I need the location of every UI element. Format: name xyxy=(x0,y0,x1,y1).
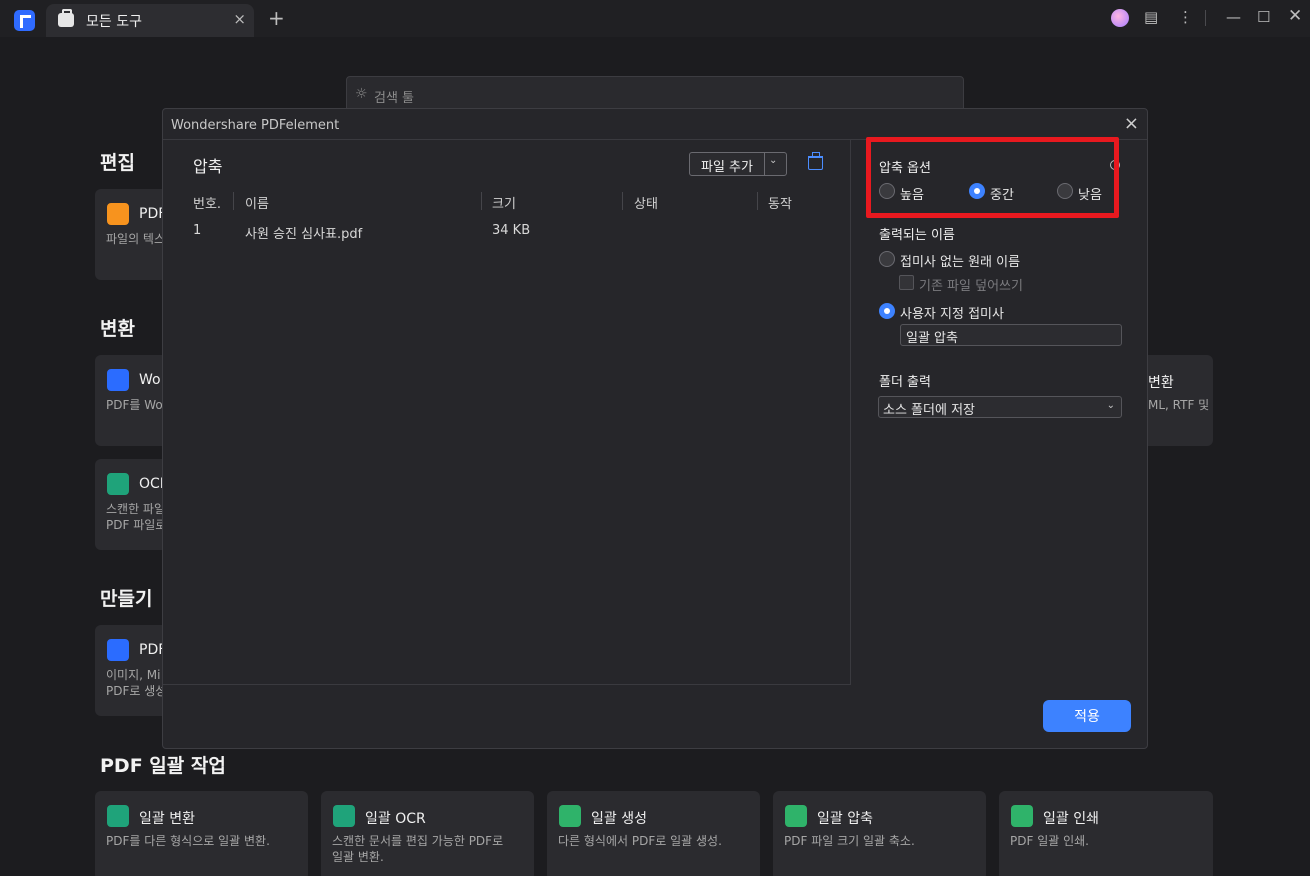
batch-convert-icon xyxy=(107,805,129,827)
column-header-size: 크기 xyxy=(492,197,516,212)
overwrite-label: 기존 파일 덮어쓰기 xyxy=(919,279,1023,294)
card-title: 일괄 생성 xyxy=(591,811,647,827)
dialog-title: Wondershare PDFelement xyxy=(171,118,340,133)
card-desc: 스캔한 파일 PDF 파일로 xyxy=(106,502,167,532)
avatar[interactable] xyxy=(1111,9,1129,27)
card-desc: ML, RTF 및 xyxy=(1148,398,1210,412)
overwrite-checkbox[interactable] xyxy=(899,275,914,290)
folder-output-select[interactable]: 소스 폴더에 저장 ⌄ xyxy=(878,396,1122,418)
create-pdf-icon xyxy=(107,639,129,661)
card-convert-other[interactable]: 변환 ML, RTF 및 xyxy=(1140,355,1213,446)
card-batch-print[interactable]: 일괄 인쇄 PDF 일괄 인쇄. xyxy=(999,791,1213,876)
tab-label: 모든 도구 xyxy=(86,14,142,30)
column-divider xyxy=(757,192,758,210)
suffix-input-value: 일괄 압축 xyxy=(906,331,958,346)
card-batch-convert[interactable]: 일괄 변환 PDF를 다른 형식으로 일괄 변환. xyxy=(95,791,308,876)
tab-all-tools[interactable]: 모든 도구 × xyxy=(46,4,254,37)
divider xyxy=(1205,10,1206,26)
minimize-icon[interactable]: — xyxy=(1226,8,1241,26)
column-header-status: 상태 xyxy=(634,197,658,212)
card-title: 변환 xyxy=(1148,375,1174,391)
batch-print-icon xyxy=(1011,805,1033,827)
app-logo-icon[interactable] xyxy=(14,10,35,31)
toolbox-icon xyxy=(58,9,74,27)
card-batch-ocr[interactable]: 일괄 OCR 스캔한 문서를 편집 가능한 PDF로 일괄 변환. xyxy=(321,791,534,876)
lightbulb-icon: ☼ xyxy=(355,86,368,102)
search-placeholder: 검색 툴 xyxy=(374,91,415,106)
card-title: 일괄 인쇄 xyxy=(1043,811,1099,827)
tab-close-icon[interactable]: × xyxy=(233,10,246,28)
dialog-header: Wondershare PDFelement × xyxy=(163,109,1147,140)
column-divider xyxy=(481,192,482,210)
section-title-create: 만들기 xyxy=(100,588,153,610)
dialog-close-icon[interactable]: × xyxy=(1124,113,1139,134)
column-divider xyxy=(622,192,623,210)
file-list-pane: 압축 파일 추가 ⌄ 번호. 이름 크기 상태 동작 1 사원 승진 심사표.p… xyxy=(163,140,851,685)
folder-output-value: 소스 폴더에 저장 xyxy=(883,403,975,418)
radio-custom-suffix-label: 사용자 지정 접미사 xyxy=(900,307,1004,322)
maximize-icon[interactable]: ☐ xyxy=(1257,8,1270,26)
trash-icon[interactable] xyxy=(808,152,823,170)
suffix-input[interactable]: 일괄 압축 xyxy=(900,324,1122,346)
section-title-convert: 변환 xyxy=(100,318,135,340)
row-file-size: 34 KB xyxy=(492,223,531,238)
highlight-box xyxy=(866,137,1119,218)
options-pane: 압축 옵션 높음 중간 낮음 출력되는 이름 접미사 없는 원래 이름 기존 파… xyxy=(852,140,1149,685)
title-bar: 모든 도구 × + ▤ ⋮ — ☐ ✕ xyxy=(0,0,1310,37)
folder-output-label: 폴더 출력 xyxy=(879,375,931,390)
card-title: 일괄 압축 xyxy=(817,811,873,827)
pane-title: 압축 xyxy=(193,157,223,176)
card-title: OCI xyxy=(139,476,164,492)
radio-original-name-label: 접미사 없는 원래 이름 xyxy=(900,255,1021,270)
card-batch-create[interactable]: 일괄 생성 다른 형식에서 PDF로 일괄 생성. xyxy=(547,791,760,876)
ocr-icon xyxy=(107,473,129,495)
add-file-button[interactable]: 파일 추가 ⌄ xyxy=(689,152,787,176)
radio-custom-suffix[interactable] xyxy=(879,303,895,319)
window-close-icon[interactable]: ✕ xyxy=(1288,6,1302,26)
output-name-label: 출력되는 이름 xyxy=(879,228,955,243)
batch-ocr-icon xyxy=(333,805,355,827)
card-desc: 이미지, Mi PDF로 생성 xyxy=(106,668,167,698)
section-title-edit: 편집 xyxy=(100,152,135,174)
card-title: 일괄 변환 xyxy=(139,811,195,827)
more-vertical-icon[interactable]: ⋮ xyxy=(1178,8,1193,26)
column-header-number: 번호. xyxy=(193,197,222,212)
card-desc: 스캔한 문서를 편집 가능한 PDF로 일괄 변환. xyxy=(332,834,504,864)
card-desc: PDF 파일 크기 일괄 축소. xyxy=(784,834,915,848)
chevron-down-icon: ⌄ xyxy=(1106,400,1115,411)
feedback-icon[interactable]: ▤ xyxy=(1144,8,1158,26)
card-desc: PDF 일괄 인쇄. xyxy=(1010,834,1089,848)
card-title: Wo xyxy=(139,372,161,388)
card-desc: 파일의 텍스 xyxy=(106,232,166,246)
search-input[interactable]: ☼ 검색 툴 xyxy=(346,76,964,112)
new-tab-icon[interactable]: + xyxy=(268,6,285,30)
card-desc: PDF를 다른 형식으로 일괄 변환. xyxy=(106,834,270,848)
batch-compress-icon xyxy=(785,805,807,827)
edit-pdf-icon xyxy=(107,203,129,225)
radio-original-name[interactable] xyxy=(879,251,895,267)
section-title-batch: PDF 일괄 작업 xyxy=(100,755,226,777)
column-header-name: 이름 xyxy=(245,197,269,212)
apply-button[interactable]: 적용 xyxy=(1043,700,1131,732)
divider xyxy=(764,153,765,175)
column-divider xyxy=(233,192,234,210)
row-file-name: 사원 승진 심사표.pdf xyxy=(245,227,363,242)
row-number: 1 xyxy=(193,223,202,238)
card-desc: PDF를 Wo xyxy=(106,398,163,412)
batch-create-icon xyxy=(559,805,581,827)
word-icon xyxy=(107,369,129,391)
card-title: 일괄 OCR xyxy=(365,811,426,827)
column-header-action: 동작 xyxy=(768,197,792,212)
add-file-label: 파일 추가 xyxy=(701,160,753,175)
chevron-down-icon[interactable]: ⌄ xyxy=(769,155,777,166)
card-batch-compress[interactable]: 일괄 압축 PDF 파일 크기 일괄 축소. xyxy=(773,791,986,876)
card-desc: 다른 형식에서 PDF로 일괄 생성. xyxy=(558,834,722,848)
